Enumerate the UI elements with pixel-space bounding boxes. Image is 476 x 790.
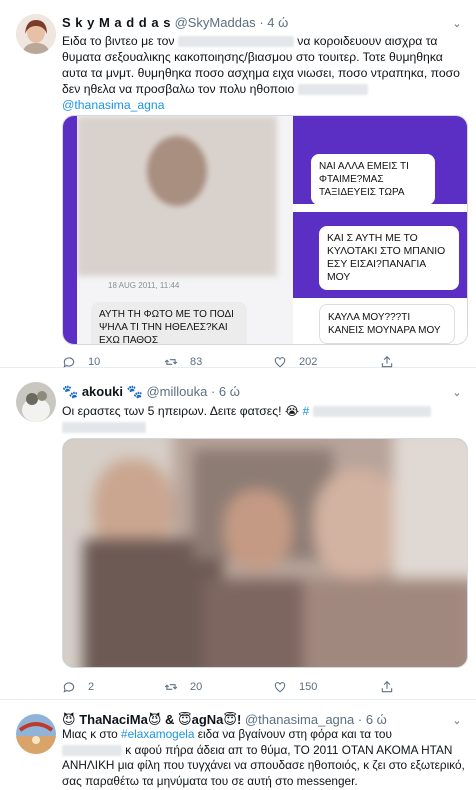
tweet-header: S k y M a d d a s @SkyMaddas · 4 ώ — [62, 15, 450, 33]
tweet-text-part: κ αφού πήρα άδεια απ το θύμα, ΤΟ 2011 ΟΤ… — [62, 742, 465, 788]
display-name-part: ThaNaciMa — [79, 712, 148, 727]
retweet-count: 20 — [190, 681, 203, 693]
retweet-icon — [164, 684, 178, 690]
message-date: 18 AUG 2011, 11:44 — [108, 281, 180, 290]
display-name-part: agNa — [191, 712, 224, 727]
display-name[interactable]: S k y M a d d a s — [62, 15, 171, 30]
timestamp[interactable]: · 6 ώ — [358, 712, 387, 727]
retweet-button[interactable]: 20 — [164, 679, 202, 695]
share-icon — [381, 681, 393, 693]
chat-bubble: ΚΑΥΛΑ ΜΟΥ???ΤΙ ΚΑΝΕΙΣ ΜΟΥΝΑΡΑ ΜΟΥ — [319, 304, 455, 344]
tweet-thanasima-agna[interactable]: 😈 ThaNaciMa😈 & 😇agNa😇! @thanasima_agna ·… — [0, 700, 476, 790]
timestamp[interactable]: · 4 ώ — [259, 15, 288, 30]
chat-bubble: ΚΑΙ Σ ΑΥΤΗ ΜΕ ΤΟ ΚΥΛΟΤΑΚΙ ΣΤΟ ΜΠΑΝΙΟ ΕΣΥ… — [319, 226, 459, 290]
timestamp[interactable]: · 6 ώ — [211, 384, 240, 399]
chevron-down-icon[interactable]: ⌄ — [450, 714, 464, 728]
paw-icon: 🐾 — [126, 384, 143, 399]
crying-face-icon: 😭 — [284, 404, 300, 418]
hashtag-icon: # — [302, 404, 310, 418]
heart-icon — [274, 682, 286, 693]
like-count: 150 — [299, 681, 318, 693]
share-button[interactable] — [380, 679, 406, 695]
redacted-name — [297, 84, 368, 96]
tweet-text-part: Ειδα το βιντεο με τον — [62, 34, 175, 48]
display-name[interactable]: akouki — [82, 384, 123, 399]
blurred-face — [147, 136, 207, 206]
tweet-text: Ειδα το βιντεο με τον να κοροιδευουν αισ… — [62, 33, 468, 113]
tweet-media-image[interactable] — [62, 438, 468, 668]
share-icon — [381, 356, 393, 368]
reply-count: 2 — [88, 681, 95, 693]
tweet-text: Οι εραστες των 5 ηπειρων. Δειτε φατσες! … — [62, 403, 468, 435]
tweet-actions: 2 20 150 — [62, 679, 446, 695]
chat-bubble: ΑΥΤΗ ΤΗ ΦΩΤΟ ΜΕ ΤΟ ΠΟΔΙ ΨΗΛΑ ΤΙ ΤΗΝ ΗΘΕΛ… — [91, 302, 247, 344]
display-name[interactable]: ThaNaciMa😈 & 😇agNa😇! — [79, 712, 245, 727]
chat-panel-left: 18 AUG 2011, 11:44 ΑΥΤΗ ΤΗ ΦΩΤΟ ΜΕ ΤΟ ΠΟ… — [63, 116, 293, 344]
chat-panel-right: ΝΑΙ ΑΛΛΑ ΕΜΕΙΣ ΤΙ ΦΤΑΙΜΕ?ΜΑΣ ΤΑΞΙΔΕΥΕΙΣ … — [293, 116, 467, 344]
avatar[interactable] — [16, 382, 56, 422]
user-handle[interactable]: @millouka — [146, 384, 207, 399]
angel-icon: 😇 — [223, 712, 237, 727]
chevron-down-icon[interactable]: ⌄ — [450, 17, 464, 31]
user-handle[interactable]: @SkyMaddas — [175, 15, 256, 30]
avatar[interactable] — [16, 14, 56, 54]
tweet-text-part: Μιας κ στο — [62, 727, 118, 741]
redacted-name — [62, 744, 122, 756]
redacted-name — [177, 36, 294, 48]
reply-button[interactable]: 2 — [62, 679, 94, 695]
heart-icon — [274, 357, 286, 368]
devil-icon: 😈 — [147, 712, 162, 727]
like-count: 202 — [299, 356, 318, 368]
reply-count: 10 — [88, 356, 101, 368]
blurred-photo — [77, 116, 277, 276]
tweet-akouki[interactable]: 🐾 akouki 🐾 @millouka · 6 ώ ⌄ Οι εραστες … — [0, 368, 476, 700]
tweet-skymaddas[interactable]: S k y M a d d a s @SkyMaddas · 4 ώ ⌄ Ειδ… — [0, 0, 476, 368]
tweet-text: Μιας κ στο #elaxamogela ειδα να βγαίνουν… — [62, 727, 468, 789]
paw-icon: 🐾 — [62, 384, 79, 399]
like-button[interactable]: 150 — [273, 679, 317, 695]
display-name-part: ! — [236, 712, 242, 727]
reply-icon — [63, 682, 75, 693]
chat-bubble: ΝΑΙ ΑΛΛΑ ΕΜΕΙΣ ΤΙ ΦΤΑΙΜΕ?ΜΑΣ ΤΑΞΙΔΕΥΕΙΣ … — [311, 154, 435, 205]
redacted-text — [62, 422, 146, 434]
angel-icon: 😇 — [178, 712, 192, 727]
retweet-count: 83 — [190, 356, 203, 368]
devil-icon: 😈 — [62, 712, 76, 727]
avatar[interactable] — [16, 714, 56, 754]
display-name-part: & — [165, 712, 175, 727]
reply-icon — [63, 357, 75, 368]
chevron-down-icon[interactable]: ⌄ — [450, 386, 464, 400]
tweet-media-image[interactable]: 18 AUG 2011, 11:44 ΑΥΤΗ ΤΗ ΦΩΤΟ ΜΕ ΤΟ ΠΟ… — [62, 115, 468, 345]
purple-strip — [63, 116, 77, 344]
redacted-text — [312, 406, 431, 418]
tweet-header: 🐾 akouki 🐾 @millouka · 6 ώ — [62, 384, 450, 402]
tweet-text-part: ειδα να βγαίνουν στη φόρα και τα του — [197, 727, 392, 741]
user-handle[interactable]: @thanasima_agna — [245, 712, 354, 727]
hashtag-link[interactable]: #elaxamogela — [121, 727, 194, 741]
blurred-photo — [63, 439, 467, 667]
tweet-text-part: Οι εραστες των 5 ηπειρων. Δειτε φατσες! — [62, 404, 282, 418]
mention-link[interactable]: @thanasima_agna — [62, 98, 165, 112]
retweet-icon — [164, 359, 178, 365]
